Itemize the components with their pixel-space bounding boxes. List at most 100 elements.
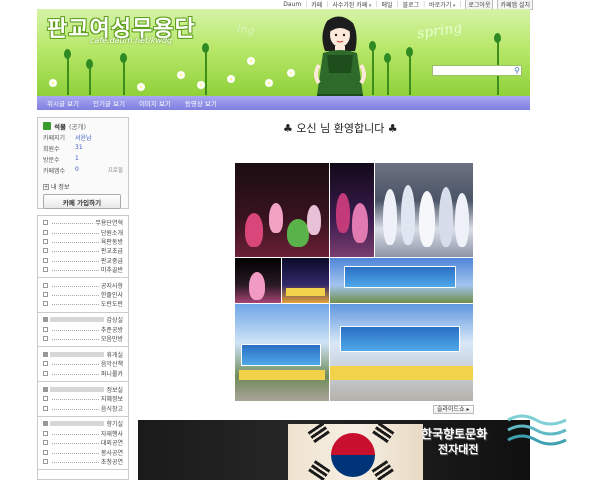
topbar-link-my-cafes[interactable]: 사수가된 카페 — [332, 0, 371, 9]
menu-item-label: 자재행사 — [100, 431, 123, 439]
menu-item[interactable]: 미추골반 — [38, 265, 128, 274]
menu-item[interactable]: 판교중급 — [38, 256, 128, 265]
nav-images[interactable]: 이미지 보기 — [139, 98, 171, 108]
header-bar — [50, 351, 105, 357]
profile-row: 방문수 1 — [43, 155, 123, 164]
separator: | — [396, 1, 399, 8]
separator: | — [423, 1, 426, 8]
menu-item[interactable]: 추준공방 — [38, 325, 128, 334]
menu-item[interactable]: 퍼니롤카 — [38, 369, 128, 378]
nav-recent-posts[interactable]: 위시글 보기 — [47, 98, 79, 108]
expand-icon: + — [43, 183, 49, 190]
menu-item[interactable]: 단원소개 — [38, 227, 128, 237]
menu-item-label: 초청공연 — [100, 459, 123, 467]
banner-stage — [241, 344, 321, 366]
dancer-figure — [245, 213, 263, 247]
bud-decoration — [86, 59, 93, 69]
dot-leader — [52, 362, 99, 366]
header-bar — [50, 421, 105, 427]
girl-illustration — [314, 16, 366, 96]
dot-leader — [52, 451, 99, 454]
my-info-toggle[interactable]: + 내 정보 — [43, 182, 123, 191]
cafe-visibility: (공개) — [68, 123, 87, 131]
menu-item[interactable]: 판교초급 — [38, 246, 128, 255]
menu-item[interactable]: 지혜정보 — [38, 394, 128, 403]
topbar-link-daum[interactable]: Daum — [283, 1, 301, 8]
deco-word: spring — [416, 19, 464, 43]
menu-item[interactable]: 초청공연 — [38, 457, 128, 466]
photo-stage-performance[interactable] — [235, 163, 329, 257]
cafe-search-input[interactable]: ⚲ — [432, 65, 522, 76]
dancer-figure — [352, 203, 368, 243]
topbar-link-shortcuts[interactable]: 바로가기 — [429, 0, 455, 9]
menu-item[interactable]: 자재행사 — [38, 429, 128, 438]
menu-item-label: 판교중급 — [100, 257, 123, 265]
menu-item[interactable]: 봉사공연 — [38, 448, 128, 457]
cafe-url: cafe.daum.net/kwdg — [90, 36, 173, 45]
menu-item[interactable]: 육판동방 — [38, 237, 128, 246]
board-icon — [43, 431, 48, 437]
menu-item[interactable]: 공지사항 — [38, 280, 128, 290]
menu-item[interactable]: 모음만방 — [38, 334, 128, 343]
deco-word: ing — [236, 22, 256, 37]
dot-leader — [52, 293, 99, 296]
board-icon — [43, 449, 48, 455]
stem-decoration — [89, 65, 91, 95]
menu-item-label: 추준공방 — [100, 326, 123, 334]
board-icon — [43, 405, 48, 411]
menu-item[interactable]: 무용단연혁 — [38, 218, 128, 227]
menu-item[interactable]: 한줄인사 — [38, 290, 128, 299]
profile-row: 카페앱수 0 프로필 — [43, 166, 123, 175]
dancer-figure — [269, 203, 283, 233]
photo-dance-pink[interactable] — [235, 258, 281, 303]
dot-leader — [52, 432, 99, 436]
photo-outdoor-event[interactable] — [330, 258, 473, 303]
photo-outdoor-stage-2[interactable] — [330, 304, 473, 401]
member-count[interactable]: 31 — [75, 144, 83, 153]
slideshow-button[interactable]: 슬라이드쇼 ▸ — [433, 405, 474, 414]
menu-item-label: 무용단연혁 — [95, 220, 123, 228]
dot-leader — [52, 397, 99, 401]
profile-link[interactable]: 프로필 — [108, 166, 123, 175]
bud-decoration — [384, 53, 391, 63]
menu-group: 향기실 자재행사 대외공연 봉사공연 초청공연 — [38, 417, 128, 471]
cafe-owner[interactable]: 서윤남 — [75, 133, 92, 142]
menu-item-label: 한줄인사 — [100, 291, 123, 299]
profile-row: 카페지기 서윤남 — [43, 133, 123, 142]
topbar-link-blog[interactable]: 블로그 — [403, 0, 420, 9]
nav-videos[interactable]: 동영상 보기 — [185, 98, 217, 108]
menu-item[interactable]: 대외공연 — [38, 438, 128, 447]
photo-stage-finale[interactable] — [282, 258, 329, 303]
separator: | — [305, 1, 308, 8]
menu-item[interactable]: 음악산책 — [38, 359, 128, 368]
nav-popular-posts[interactable]: 인기글 보기 — [93, 98, 125, 108]
menu-item-label: 음식창고 — [100, 405, 123, 413]
person-figure — [401, 185, 415, 245]
bud-decoration — [494, 33, 501, 43]
topbar-link-mail[interactable]: 메일 — [381, 0, 392, 9]
menu-item[interactable]: 도란도란 — [38, 299, 128, 308]
menu-group-header: 감상실 — [38, 315, 128, 325]
search-icon[interactable]: ⚲ — [514, 66, 520, 75]
cafe-app-count: 0 — [75, 166, 79, 173]
separator: | — [326, 1, 329, 8]
watermark-logo — [507, 414, 567, 446]
folder-icon — [43, 421, 48, 427]
join-cafe-button[interactable]: 카페 가입하기 — [43, 194, 121, 209]
dot-leader — [52, 249, 99, 253]
stem-decoration — [123, 59, 125, 95]
topbar-link-cafe[interactable]: 카페 — [311, 0, 322, 9]
photo-fan-dance[interactable] — [330, 163, 374, 257]
menu-item[interactable]: 음식창고 — [38, 403, 128, 413]
menu-group-title: 정보실 — [106, 386, 123, 394]
photo-collage[interactable] — [235, 163, 473, 401]
banner-stage — [344, 266, 456, 288]
profile-row-label: 카페앱수 — [43, 168, 66, 175]
stem-decoration — [387, 59, 389, 95]
photo-outdoor-stage-1[interactable] — [235, 304, 329, 401]
photo-group-in-hanbok[interactable] — [375, 163, 473, 257]
board-icon — [43, 291, 48, 297]
board-icon — [43, 361, 48, 367]
folder-icon — [43, 351, 48, 357]
bud-decoration — [64, 49, 71, 59]
